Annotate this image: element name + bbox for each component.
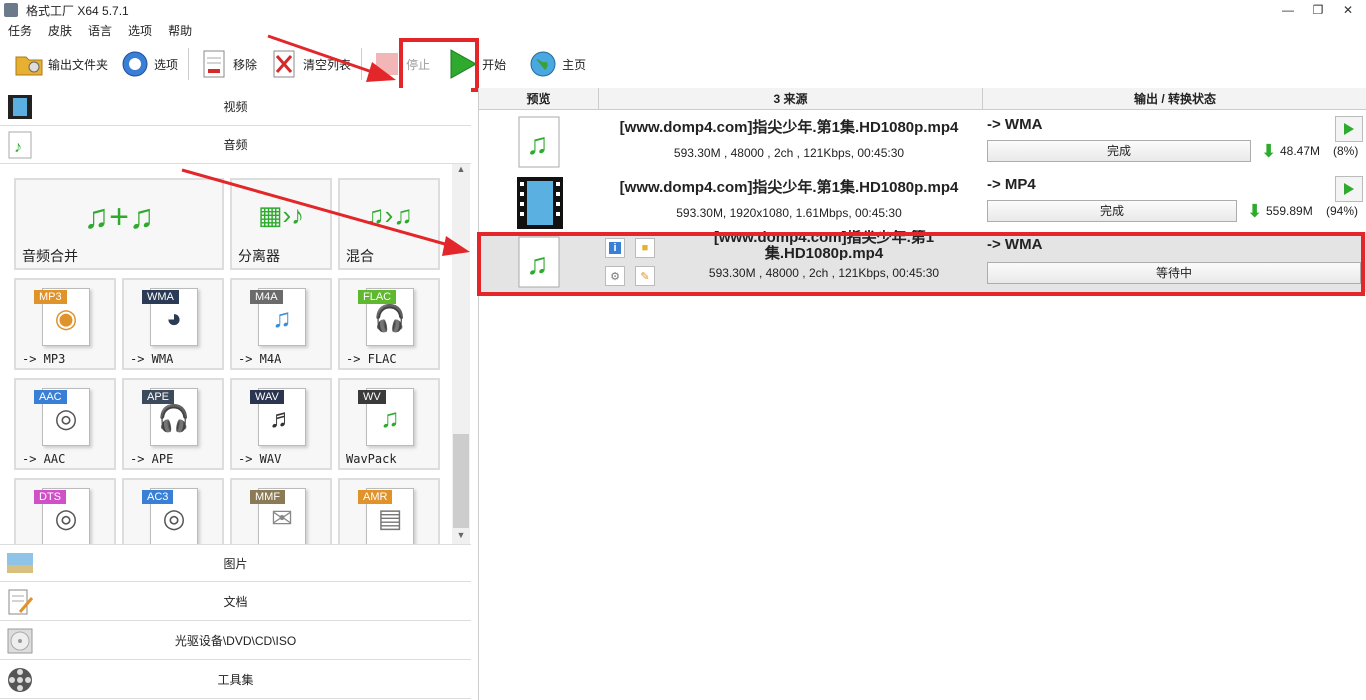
- category-audio[interactable]: ♪ 音频: [0, 126, 471, 164]
- options-icon: [120, 49, 150, 79]
- splitter-icon: ▦›♪: [257, 200, 305, 230]
- start-highlight-box: [399, 38, 479, 92]
- clear-icon: [269, 49, 299, 79]
- task-row[interactable]: [www.domp4.com]指尖少年.第1集.HD1080p.mp4 593.…: [479, 172, 1366, 232]
- down-arrow-icon: ⬇: [1247, 201, 1263, 221]
- title-bar: 格式工厂 X64 5.7.1 — ❐ ✕: [0, 0, 1366, 20]
- format-wma[interactable]: ◕ WMA -> WMA: [122, 278, 224, 370]
- format-wavpack[interactable]: ♫ WV WavPack: [338, 378, 440, 470]
- film-icon: [6, 93, 34, 121]
- output-percent: (8%): [1333, 144, 1359, 158]
- restore-button[interactable]: ❐: [1308, 3, 1328, 17]
- menu-bar: 任务 皮肤 语言 选项 帮助: [0, 22, 200, 40]
- category-picture[interactable]: 图片: [0, 544, 471, 582]
- stop-icon: [372, 49, 402, 79]
- header-output[interactable]: 输出 / 转换状态: [983, 88, 1366, 109]
- svg-text:♪: ♪: [14, 139, 22, 156]
- category-tools[interactable]: 工具集: [0, 661, 471, 699]
- clear-list-button[interactable]: 清空列表: [263, 44, 357, 84]
- tool-splitter[interactable]: ▦›♪ 分离器: [230, 178, 332, 270]
- menu-language[interactable]: 语言: [80, 22, 120, 40]
- format-aac[interactable]: ◎ AAC -> AAC: [14, 378, 116, 470]
- home-button[interactable]: 主页: [522, 44, 592, 84]
- output-size: 48.47M: [1280, 144, 1321, 158]
- close-button[interactable]: ✕: [1338, 3, 1358, 17]
- svg-text:♫: ♫: [526, 128, 549, 161]
- output-format: -> WMA: [987, 116, 1043, 133]
- category-panel: 视频 ♪ 音频 ♫+♫ 音频合并 ▦›♪ 分离器 ♫›♫ 混合 ◉ MP3 ->…: [0, 88, 473, 700]
- remove-button[interactable]: 移除: [193, 44, 263, 84]
- format-amr[interactable]: ▤ AMR: [338, 478, 440, 544]
- format-flac[interactable]: 🎧 FLAC -> FLAC: [338, 278, 440, 370]
- film-reel-icon: [6, 666, 34, 694]
- format-ac3[interactable]: ◎ AC3: [122, 478, 224, 544]
- output-percent: (94%): [1326, 204, 1359, 218]
- scroll-down-arrow-icon[interactable]: ▼: [452, 530, 470, 544]
- tile-scrollbar[interactable]: ▲ ▼: [452, 164, 470, 544]
- format-mp3[interactable]: ◉ MP3 -> MP3: [14, 278, 116, 370]
- output-folder-button[interactable]: 输出文件夹: [8, 44, 114, 84]
- output-size: 559.89M: [1266, 204, 1313, 218]
- options-button[interactable]: 选项: [114, 44, 184, 84]
- scroll-thumb[interactable]: [453, 434, 469, 528]
- menu-help[interactable]: 帮助: [160, 22, 200, 40]
- selected-task-highlight-box: [477, 232, 1365, 296]
- down-arrow-icon: ⬇: [1261, 141, 1277, 161]
- task-list-header: 预览 3 来源 输出 / 转换状态: [479, 88, 1366, 110]
- app-icon: [4, 3, 18, 17]
- menu-options[interactable]: 选项: [120, 22, 160, 40]
- tool-audio-merge[interactable]: ♫+♫ 音频合并: [14, 178, 224, 270]
- remove-icon: [199, 49, 229, 79]
- header-preview[interactable]: 预览: [479, 88, 599, 109]
- menu-task[interactable]: 任务: [0, 22, 40, 40]
- document-icon: [6, 588, 34, 616]
- window-controls: — ❐ ✕: [1278, 0, 1358, 20]
- merge-icon: ♫+♫: [83, 198, 155, 236]
- toolbar-separator: [361, 48, 363, 80]
- source-info: 593.30M , 48000 , 2ch , 121Kbps, 00:45:3…: [673, 146, 905, 160]
- window-title: 格式工厂 X64 5.7.1: [26, 3, 129, 18]
- toolbar-separator: [188, 48, 190, 80]
- format-ape[interactable]: 🎧 APE -> APE: [122, 378, 224, 470]
- task-list-panel: 预览 3 来源 输出 / 转换状态 ♫ [www.domp4.com]指尖少年.…: [478, 88, 1366, 700]
- play-output-button[interactable]: [1335, 116, 1363, 142]
- video-file-icon: [517, 176, 563, 230]
- status-bar: 完成: [987, 200, 1237, 222]
- mix-icon: ♫›♫: [365, 200, 413, 230]
- minimize-button[interactable]: —: [1278, 3, 1298, 17]
- format-dts[interactable]: ◎ DTS: [14, 478, 116, 544]
- menu-skin[interactable]: 皮肤: [40, 22, 80, 40]
- category-document[interactable]: 文档: [0, 583, 471, 621]
- category-disc[interactable]: 光驱设备\DVD\CD\ISO: [0, 622, 471, 660]
- globe-icon: [528, 49, 558, 79]
- picture-icon: [6, 549, 34, 577]
- format-wav[interactable]: ♬ WAV -> WAV: [230, 378, 332, 470]
- toolbar: 输出文件夹 选项 移除 清空列表 停止 开始 主页: [0, 40, 1366, 88]
- music-note-icon: ♪: [6, 131, 34, 159]
- source-filename: [www.domp4.com]指尖少年.第1集.HD1080p.mp4: [619, 179, 959, 196]
- play-icon: [1344, 183, 1354, 195]
- source-filename: [www.domp4.com]指尖少年.第1集.HD1080p.mp4: [619, 119, 959, 136]
- task-row[interactable]: ♫ [www.domp4.com]指尖少年.第1集.HD1080p.mp4 59…: [479, 112, 1366, 172]
- audio-file-icon: ♫: [517, 116, 563, 170]
- status-bar: 完成: [987, 140, 1251, 162]
- source-info: 593.30M, 1920x1080, 1.61Mbps, 00:45:30: [676, 206, 902, 220]
- output-format: -> MP4: [987, 176, 1036, 193]
- header-source[interactable]: 3 来源: [599, 88, 983, 109]
- play-icon: [1344, 123, 1354, 135]
- play-output-button[interactable]: [1335, 176, 1363, 202]
- audio-tool-grid: ♫+♫ 音频合并 ▦›♪ 分离器 ♫›♫ 混合 ◉ MP3 -> MP3 ◕ W…: [0, 164, 451, 544]
- scroll-up-arrow-icon[interactable]: ▲: [452, 164, 470, 178]
- disc-icon: [6, 627, 34, 655]
- category-video[interactable]: 视频: [0, 88, 471, 126]
- folder-icon: [14, 49, 44, 79]
- format-mmf[interactable]: ✉ MMF: [230, 478, 332, 544]
- tool-mix[interactable]: ♫›♫ 混合: [338, 178, 440, 270]
- format-m4a[interactable]: ♫ M4A -> M4A: [230, 278, 332, 370]
